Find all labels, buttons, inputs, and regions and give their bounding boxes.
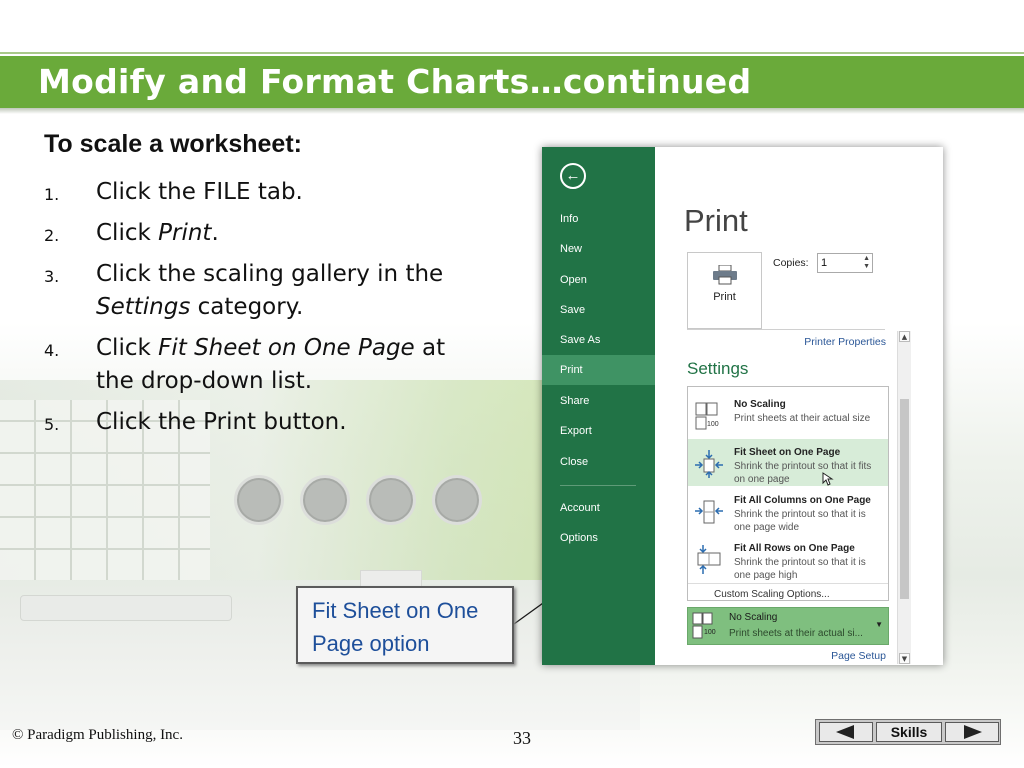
mouse-pointer-icon [822,472,834,486]
option-fit-sheet-on-one-page[interactable]: Fit Sheet on One Page Shrink the printou… [688,439,888,486]
current-scaling-desc: Print sheets at their actual si... [729,628,863,639]
scaling-dropdown: 100 No Scaling Print sheets at their act… [687,386,889,601]
fit-columns-icon [694,497,724,525]
right-arrow-icon [964,725,982,739]
dropdown-separator [688,583,888,584]
scroll-up-icon[interactable]: ▲ [899,331,910,342]
copies-label: Copies: [773,257,809,269]
option-title: Fit All Columns on One Page [734,495,871,506]
page-setup-link[interactable]: Page Setup [831,650,886,662]
current-scaling-icon: 100 [691,612,723,640]
excel-print-screenshot: ← Info New Open Save Save As Print Share… [542,147,943,665]
option-no-scaling[interactable]: 100 No Scaling Print sheets at their act… [688,391,888,438]
print-heading: Print [684,203,748,238]
print-button-label: Print [713,291,736,303]
spin-arrows-icon[interactable]: ▲ ▼ [863,255,870,271]
option-desc: Shrink the printout so that it is one pa… [734,509,866,533]
dropdown-arrow-icon: ▼ [875,620,883,629]
current-scaling-title: No Scaling [729,612,778,623]
custom-scaling-options-link[interactable]: Custom Scaling Options... [714,589,830,600]
option-title: Fit All Rows on One Page [734,543,855,554]
printer-icon [712,264,738,285]
callout-line-2: Page option [312,631,430,656]
settings-heading: Settings [687,359,749,378]
scroll-thumb[interactable] [900,399,909,599]
scroll-down-icon[interactable]: ▼ [899,653,910,664]
nav-item-close[interactable]: Close [560,456,588,468]
option-desc: Shrink the printout so that it fits on o… [734,461,872,485]
no-scaling-icon: 100 [694,401,724,430]
next-slide-button[interactable] [945,722,999,742]
scaling-gallery-button[interactable]: 100 No Scaling Print sheets at their act… [687,607,889,645]
nav-item-print[interactable]: Print [560,364,583,376]
nav-item-export[interactable]: Export [560,425,592,437]
nav-item-options[interactable]: Options [560,532,598,544]
callout-box: Fit Sheet on One Page option [296,586,514,664]
option-title: Fit Sheet on One Page [734,447,841,458]
previous-slide-button[interactable] [819,722,873,742]
page-number: 33 [513,728,531,748]
skills-button[interactable]: Skills [876,722,942,742]
back-arrow-icon[interactable]: ← [560,163,586,189]
no-scaling-badge: 100 [707,421,719,428]
nav-separator [560,485,636,486]
callout-line-1: Fit Sheet on One [312,598,479,623]
printer-properties-link[interactable]: Printer Properties [804,336,886,348]
nav-item-save[interactable]: Save [560,304,585,316]
option-fit-all-rows[interactable]: Fit All Rows on One Page Shrink the prin… [688,535,888,582]
current-scaling-badge: 100 [704,629,716,636]
option-desc: Shrink the printout so that it is one pa… [734,557,866,581]
nav-item-new[interactable]: New [560,243,582,255]
option-title: No Scaling [734,399,786,410]
divider [687,329,885,330]
left-arrow-icon [836,725,854,739]
copies-stepper[interactable]: 1 ▲ ▼ [817,253,873,273]
nav-item-save-as[interactable]: Save As [560,334,600,346]
print-button[interactable]: Print [687,252,762,329]
backstage-nav: ← Info New Open Save Save As Print Share… [542,147,655,665]
nav-item-account[interactable]: Account [560,502,600,514]
option-desc: Print sheets at their actual size [734,413,871,424]
nav-item-info[interactable]: Info [560,213,578,225]
slide-navigation: Skills [815,719,1001,745]
nav-item-open[interactable]: Open [560,274,587,286]
settings-scrollbar[interactable]: ▲ ▼ [897,331,911,664]
fit-sheet-icon [694,449,724,478]
nav-item-share[interactable]: Share [560,395,589,407]
copyright-text: © Paradigm Publishing, Inc. [12,727,183,743]
copies-value: 1 [821,257,828,269]
nav-selected-highlight [542,355,655,385]
option-fit-all-columns[interactable]: Fit All Columns on One Page Shrink the p… [688,487,888,534]
fit-rows-icon [694,545,724,574]
